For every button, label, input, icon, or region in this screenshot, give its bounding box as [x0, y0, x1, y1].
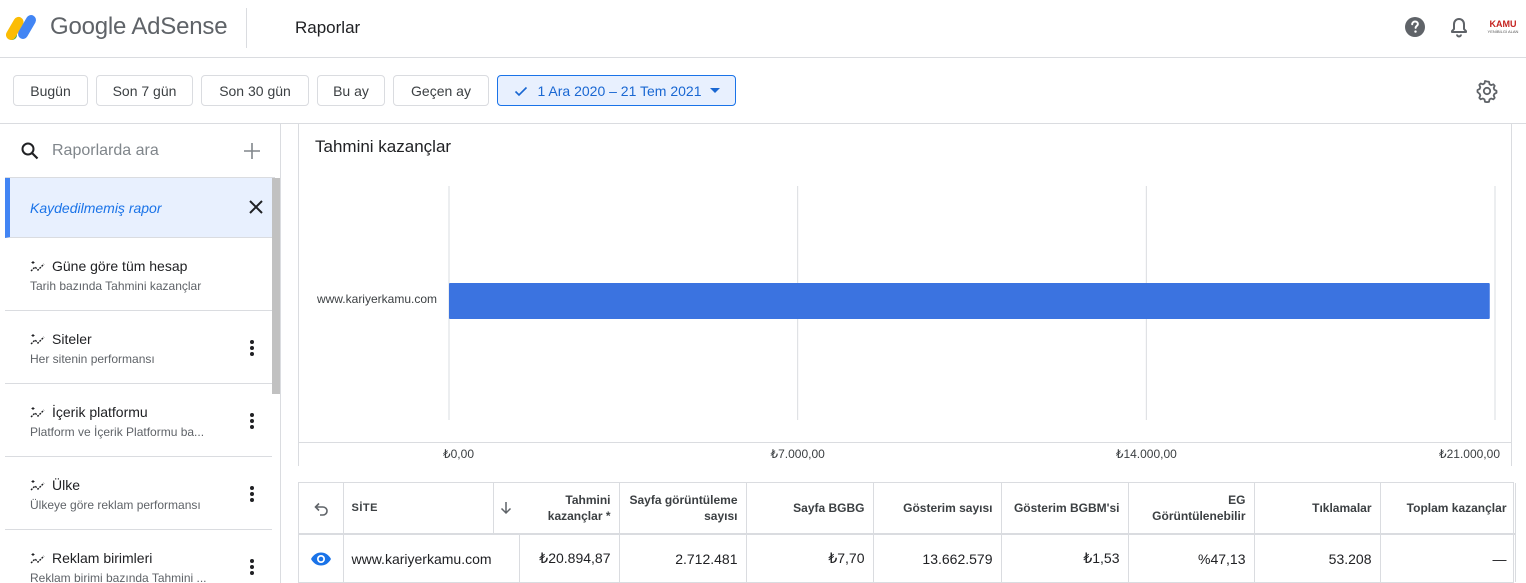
report-search-row [5, 124, 275, 178]
report-subtitle: Her sitenin performansı [30, 352, 155, 366]
column-header-estimated-earnings[interactable]: Tahmini kazançlar * [519, 483, 620, 535]
report-title: Ülke [30, 477, 80, 493]
more-options-icon[interactable] [243, 557, 261, 577]
report-subtitle: Ülkeye göre reklam performansı [30, 498, 201, 512]
bar [449, 283, 1490, 319]
report-title-text: Siteler [52, 331, 92, 347]
column-header-active-view[interactable]: EG Görüntülenebilir [1128, 483, 1255, 535]
report-search-input[interactable] [52, 140, 232, 162]
sidebar-scrollbar[interactable] [272, 178, 280, 394]
total-earnings-cell: — [1380, 534, 1516, 582]
help-icon[interactable] [1403, 15, 1427, 39]
report-title-text: Reklam birimleri [52, 550, 153, 566]
report-subtitle: Reklam birimi bazında Tahmini ... [30, 571, 207, 583]
date-filter-bar: Bugün Son 7 gün Son 30 gün Bu ay Geçen a… [0, 58, 1526, 124]
chip-last-7-days[interactable]: Son 7 gün [96, 75, 193, 106]
report-title-text: İçerik platformu [52, 404, 148, 420]
unsaved-report-item[interactable]: Kaydedilmemiş rapor [5, 178, 272, 238]
active-view-cell: %47,13 [1128, 534, 1255, 582]
trend-sparkle-icon [30, 553, 45, 564]
report-subtitle: Platform ve İçerik Platformu ba... [30, 425, 205, 439]
reports-sidebar: Kaydedilmemiş rapor Güne göre tüm hesap … [5, 124, 281, 583]
column-header-total-earnings[interactable]: Toplam kazançlar [1380, 483, 1516, 535]
column-header-pageviews[interactable]: Sayfa görüntüleme sayısı [619, 483, 747, 535]
report-title: Reklam birimleri [30, 550, 152, 566]
date-range-label: 1 Ara 2020 – 21 Tem 2021 [537, 82, 702, 99]
earnings-bar-chart: ₺0,00 ₺7.000,00 ₺14.000,00 ₺21.000,00 www.ka… [316, 186, 1500, 461]
report-item-sites[interactable]: Siteler Her sitenin performansı [5, 311, 272, 384]
report-title: Siteler [30, 331, 92, 347]
site-cell: www.kariyerkamu.com [343, 534, 520, 582]
report-item-country[interactable]: Ülke Ülkeye göre reklam performansı [5, 457, 272, 530]
column-header-clicks[interactable]: Tıklamalar [1254, 483, 1381, 535]
table-header-row: SİTE Tahmini kazançlar * Sayfa görüntüle… [299, 483, 1516, 535]
column-header-site[interactable]: SİTE [343, 483, 494, 535]
search-icon [21, 142, 39, 160]
impression-rpm-cell: ₺1,53 [1001, 534, 1129, 582]
report-table-card: SİTE Tahmini kazançlar * Sayfa görüntüle… [298, 482, 1516, 583]
report-subtitle: Tarih bazında Tahmini kazançlar [30, 279, 202, 293]
report-item-daily-account[interactable]: Güne göre tüm hesap Tarih bazında Tahmin… [5, 238, 272, 311]
category-label: www.kariyerkamu.com [316, 292, 437, 306]
report-item-ad-units[interactable]: Reklam birimleri Reklam birimi bazında T… [5, 530, 272, 583]
impressions-cell: 13.662.579 [873, 534, 1002, 582]
adsense-logo[interactable] [6, 12, 40, 42]
table-row[interactable]: www.kariyerkamu.com ₺20.894,87 2.712.481… [299, 534, 1516, 582]
trend-sparkle-icon [30, 480, 45, 491]
x-tick-label: ₺21.000,00 [1439, 447, 1500, 461]
chip-today[interactable]: Bugün [13, 75, 88, 106]
more-options-icon[interactable] [243, 338, 261, 358]
account-avatar[interactable]: KAMU YENİBİLGİ ALAN [1484, 19, 1522, 37]
x-tick-label: ₺7.000,00 [770, 447, 825, 461]
report-title-text: Güne göre tüm hesap [52, 258, 188, 274]
chip-this-month[interactable]: Bu ay [317, 75, 385, 106]
chip-last-month[interactable]: Geçen ay [393, 75, 489, 106]
column-header-impressions[interactable]: Gösterim sayısı [873, 483, 1002, 535]
trend-sparkle-icon [30, 261, 45, 272]
date-range-picker[interactable]: 1 Ara 2020 – 21 Tem 2021 [497, 75, 736, 106]
report-item-content-platform[interactable]: İçerik platformu Platform ve İçerik Plat… [5, 384, 272, 457]
settings-icon[interactable] [1475, 79, 1499, 103]
chip-last-30-days[interactable]: Son 30 gün [201, 75, 309, 106]
pageviews-cell: 2.712.481 [619, 534, 747, 582]
earnings-chart-card: Tahmini kazançlar ₺0,00 ₺7.000,00 ₺14.000,… [298, 124, 1512, 466]
more-options-icon[interactable] [243, 411, 261, 431]
trend-sparkle-icon [30, 334, 45, 345]
page-rpm-cell: ₺7,70 [746, 534, 874, 582]
unsaved-report-label: Kaydedilmemiş rapor [30, 200, 162, 216]
column-header-impression-rpm[interactable]: Gösterim BGBM'si [1001, 483, 1129, 535]
app-header: Google AdSense Raporlar KAMU YENİBİLGİ A… [0, 0, 1526, 58]
undo-icon[interactable] [312, 499, 330, 517]
sort-arrow-icon[interactable] [497, 499, 515, 517]
clicks-cell: 53.208 [1254, 534, 1381, 582]
column-header-page-rpm[interactable]: Sayfa BGBG [746, 483, 874, 535]
account-logo-subtext: YENİBİLGİ ALAN [1487, 29, 1519, 34]
header-divider [246, 8, 247, 48]
visibility-cell[interactable] [299, 534, 344, 582]
earnings-cell: ₺20.894,87 [519, 534, 620, 582]
report-table: SİTE Tahmini kazançlar * Sayfa görüntüle… [299, 483, 1516, 582]
x-tick-label: ₺0,00 [443, 447, 474, 461]
close-icon[interactable] [246, 197, 266, 217]
report-title: Güne göre tüm hesap [30, 258, 187, 274]
sort-header-cell[interactable] [493, 483, 519, 535]
report-title: İçerik platformu [30, 404, 148, 420]
page-title: Raporlar [295, 18, 361, 37]
bell-icon[interactable] [1447, 15, 1471, 39]
dropdown-arrow-icon [710, 88, 721, 93]
eye-icon[interactable] [310, 548, 332, 570]
add-report-icon[interactable] [242, 141, 262, 161]
undo-header-cell[interactable] [299, 483, 344, 535]
report-title-text: Ülke [52, 477, 81, 493]
x-tick-label: ₺14.000,00 [1116, 447, 1177, 461]
check-icon [514, 86, 527, 96]
trend-sparkle-icon [30, 407, 45, 418]
brand-name[interactable]: Google AdSense [50, 13, 228, 41]
more-options-icon[interactable] [243, 484, 261, 504]
account-logo-text: KAMU [1489, 19, 1517, 29]
